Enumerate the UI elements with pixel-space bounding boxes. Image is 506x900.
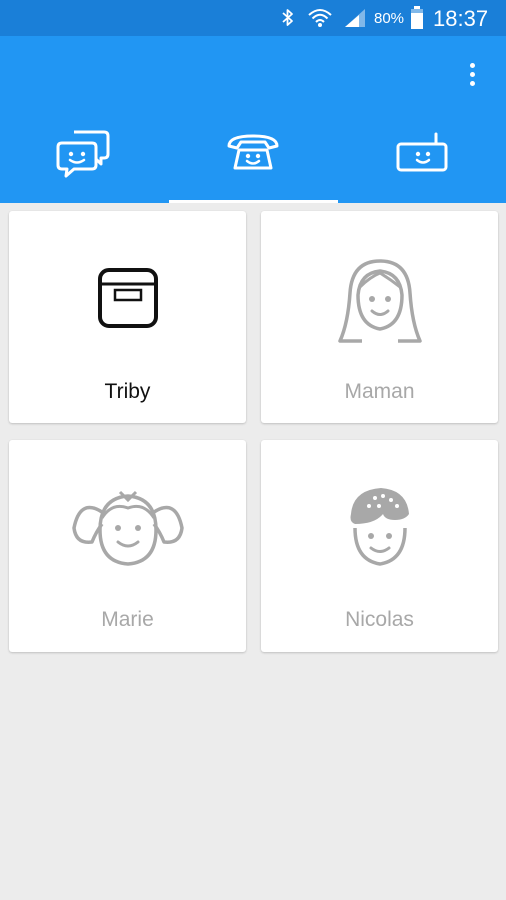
tab-device[interactable]	[338, 124, 506, 203]
contact-card-marie[interactable]: Marie	[9, 440, 246, 652]
wifi-icon	[308, 9, 332, 27]
woman-avatar-icon	[337, 259, 422, 343]
contact-name: Nicolas	[345, 608, 414, 631]
contact-card-triby[interactable]: Triby	[9, 211, 246, 423]
bluetooth-icon	[282, 9, 293, 26]
clock: 18:37	[433, 6, 489, 31]
triby-device-icon	[97, 268, 158, 328]
girl-avatar-icon	[71, 490, 184, 566]
tab-calls[interactable]	[169, 124, 337, 203]
battery-percent: 80%	[374, 10, 405, 27]
contact-name: Maman	[344, 380, 415, 403]
tab-indicator	[169, 200, 338, 203]
telephone-icon	[227, 134, 279, 170]
contact-card-nicolas[interactable]: Nicolas	[261, 440, 498, 652]
radio-device-icon	[396, 132, 448, 172]
battery-icon	[411, 6, 423, 29]
tab-messages[interactable]	[0, 124, 168, 203]
app-bar	[0, 36, 506, 203]
boy-avatar-icon	[350, 488, 409, 566]
contact-card-maman[interactable]: Maman	[261, 211, 498, 423]
contact-name: Triby	[104, 380, 151, 403]
overflow-menu-icon[interactable]	[458, 58, 488, 92]
signal-icon	[345, 9, 365, 27]
contact-name: Marie	[101, 608, 154, 631]
chat-bubbles-icon	[56, 130, 110, 178]
status-bar: 80% 18:37	[0, 0, 506, 36]
